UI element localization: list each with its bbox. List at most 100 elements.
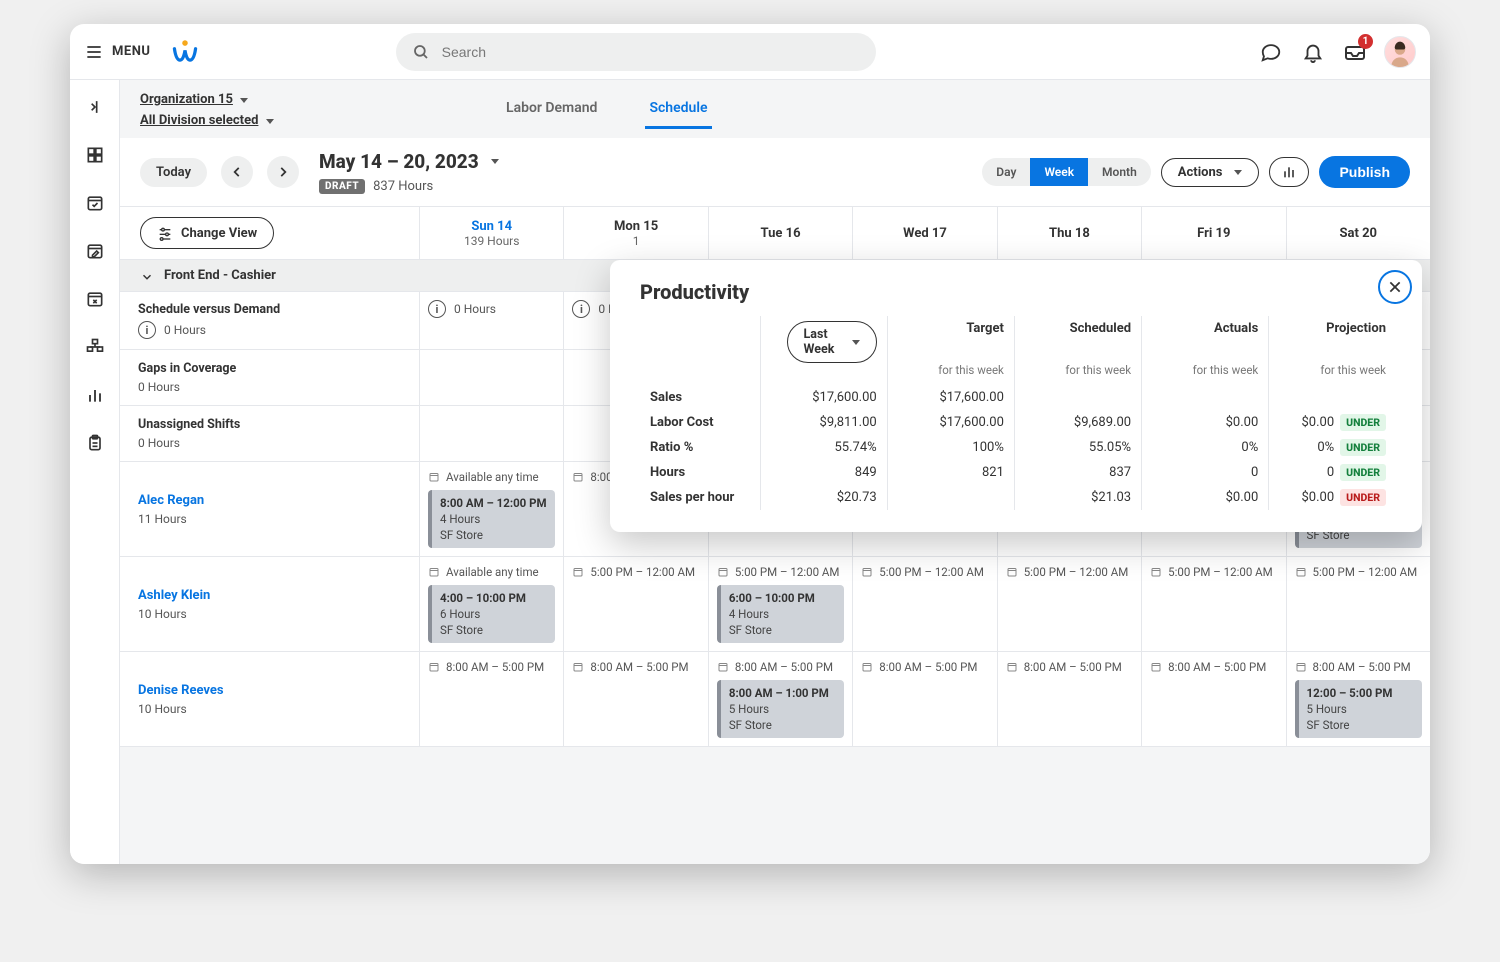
- top-right: 1: [1258, 36, 1416, 68]
- day-cell[interactable]: 8:00 AM – 5:00 PM: [853, 652, 997, 746]
- day-header[interactable]: Fri 19: [1142, 207, 1286, 259]
- publish-button[interactable]: Publish: [1319, 156, 1410, 188]
- collapse-rail-icon[interactable]: [84, 96, 106, 118]
- tab-schedule[interactable]: Schedule: [645, 90, 711, 129]
- shift-hours: 6 Hours: [440, 607, 547, 621]
- person-name[interactable]: Denise Reeves: [138, 683, 401, 698]
- day-cell[interactable]: 8:00 AM – 5:00 PM 8:00 AM – 1:00 PM5 Hour…: [709, 652, 853, 746]
- pop-value: $17,600.00: [760, 385, 887, 410]
- day-cell[interactable]: 5:00 PM – 12:00 AM: [998, 557, 1142, 651]
- seg-month[interactable]: Month: [1088, 158, 1151, 186]
- inbox-button[interactable]: 1: [1342, 39, 1368, 65]
- seg-day[interactable]: Day: [982, 158, 1030, 186]
- day-cell[interactable]: 8:00 AM – 5:00 PM: [998, 652, 1142, 746]
- dashboard-icon[interactable]: [84, 144, 106, 166]
- day-cell[interactable]: [420, 406, 564, 461]
- org-icon[interactable]: [84, 336, 106, 358]
- seg-week[interactable]: Week: [1030, 158, 1088, 186]
- pop-projection: [1269, 385, 1396, 410]
- day-header[interactable]: Sun 14139 Hours: [420, 207, 564, 259]
- day-title: Thu 18: [1049, 226, 1090, 241]
- pop-value: 55.05%: [1014, 435, 1141, 460]
- profile-avatar[interactable]: [1384, 36, 1416, 68]
- org-selector[interactable]: Organization 15: [140, 92, 233, 107]
- pop-value: $9,811.00: [760, 410, 887, 435]
- actions-label: Actions: [1178, 165, 1223, 180]
- chat-button[interactable]: [1258, 39, 1284, 65]
- search-input[interactable]: [440, 43, 860, 61]
- day-cell[interactable]: 8:00 AM – 5:00 PM: [1142, 652, 1286, 746]
- availability-line: 8:00 AM – 5:00 PM: [717, 660, 844, 674]
- availability-line: Available any time: [428, 565, 555, 579]
- notifications-button[interactable]: [1300, 39, 1326, 65]
- info-icon[interactable]: i: [572, 300, 590, 318]
- shift-card[interactable]: 6:00 – 10:00 PM4 HoursSF Store: [717, 585, 844, 643]
- day-sub: 1: [633, 234, 640, 248]
- analytics-icon[interactable]: [84, 384, 106, 406]
- shift-card[interactable]: 8:00 AM – 1:00 PM5 HoursSF Store: [717, 680, 844, 738]
- availability-line: 5:00 PM – 12:00 AM: [572, 565, 699, 579]
- person-name[interactable]: Ashley Klein: [138, 588, 401, 603]
- day-cell[interactable]: Available any time 4:00 – 10:00 PM6 Hours…: [420, 557, 564, 651]
- shift-time: 12:00 – 5:00 PM: [1307, 686, 1414, 700]
- calendar-icon: [861, 661, 873, 673]
- info-icon[interactable]: i: [428, 300, 446, 318]
- menu-button[interactable]: MENU: [84, 42, 150, 62]
- shift-card[interactable]: 4:00 – 10:00 PM6 HoursSF Store: [428, 585, 555, 643]
- day-cell[interactable]: 5:00 PM – 12:00 AM: [853, 557, 997, 651]
- status-flag: UNDER: [1340, 439, 1386, 456]
- pop-row: Sales per hour$20.73$21.03$0.00$0.00UNDE…: [640, 485, 1396, 510]
- person-name[interactable]: Alec Regan: [138, 493, 401, 508]
- pop-col-sub: for this week: [887, 363, 1014, 385]
- close-button[interactable]: [1378, 270, 1412, 304]
- shift-card[interactable]: 8:00 AM – 12:00 PM4 HoursSF Store: [428, 490, 555, 548]
- day-title: Mon 15: [614, 219, 658, 234]
- clipboard-icon[interactable]: [84, 432, 106, 454]
- day-cell[interactable]: 8:00 AM – 5:00 PM: [420, 652, 564, 746]
- chart-toggle-button[interactable]: [1269, 157, 1309, 187]
- shift-time: 6:00 – 10:00 PM: [729, 591, 836, 605]
- shift-card[interactable]: 12:00 – 5:00 PM5 HoursSF Store: [1295, 680, 1422, 738]
- prev-week-button[interactable]: [221, 156, 253, 188]
- change-view-button[interactable]: Change View: [140, 217, 274, 249]
- pop-metric-label: Sales per hour: [640, 485, 760, 510]
- info-icon[interactable]: i: [138, 321, 156, 339]
- calendar-check-icon[interactable]: [84, 192, 106, 214]
- day-header[interactable]: Sat 20: [1287, 207, 1430, 259]
- pop-value: 821: [887, 460, 1014, 485]
- lastweek-filter[interactable]: Last Week: [787, 321, 877, 363]
- app-logo[interactable]: [172, 39, 198, 65]
- next-week-button[interactable]: [267, 156, 299, 188]
- status-badge: DRAFT: [319, 179, 365, 194]
- pop-metric-label: Sales: [640, 385, 760, 410]
- day-header[interactable]: Thu 18: [998, 207, 1142, 259]
- tab-labor-demand[interactable]: Labor Demand: [502, 90, 601, 129]
- actions-button[interactable]: Actions: [1161, 158, 1260, 187]
- day-header[interactable]: Mon 151: [564, 207, 708, 259]
- day-cell[interactable]: 5:00 PM – 12:00 AM: [564, 557, 708, 651]
- person-hours: 10 Hours: [138, 702, 401, 716]
- division-selector[interactable]: All Division selected: [140, 113, 258, 128]
- calendar-icon: [572, 661, 584, 673]
- search-box[interactable]: [396, 33, 876, 71]
- day-cell[interactable]: 8:00 AM – 5:00 PM12:00 – 5:00 PM5 HoursS…: [1287, 652, 1430, 746]
- day-cell[interactable]: 5:00 PM – 12:00 AM: [1287, 557, 1430, 651]
- today-button[interactable]: Today: [140, 158, 207, 187]
- calendar-edit-icon[interactable]: [84, 240, 106, 262]
- day-cell[interactable]: i0 Hours: [420, 292, 564, 349]
- popover-title: Productivity: [640, 280, 1396, 304]
- pop-col-title: [640, 316, 760, 363]
- chevron-down-icon[interactable]: [491, 159, 499, 164]
- day-cell[interactable]: 5:00 PM – 12:00 AM6:00 – 10:00 PM4 Hours…: [709, 557, 853, 651]
- day-cell[interactable]: [420, 350, 564, 405]
- metric-label-cell: Schedule versus Demandi0 Hours: [120, 292, 420, 349]
- day-cell[interactable]: Available any time8:00 AM – 12:00 PM4 Ho…: [420, 462, 564, 556]
- day-cell[interactable]: 5:00 PM – 12:00 AM: [1142, 557, 1286, 651]
- pop-projection: 0%UNDER: [1269, 435, 1396, 460]
- calendar-x-icon[interactable]: [84, 288, 106, 310]
- day-cell[interactable]: 8:00 AM – 5:00 PM: [564, 652, 708, 746]
- person-label-cell: Ashley Klein10 Hours: [120, 557, 420, 651]
- day-header[interactable]: Tue 16: [709, 207, 853, 259]
- day-header[interactable]: Wed 17: [853, 207, 997, 259]
- shift-location: SF Store: [440, 528, 547, 542]
